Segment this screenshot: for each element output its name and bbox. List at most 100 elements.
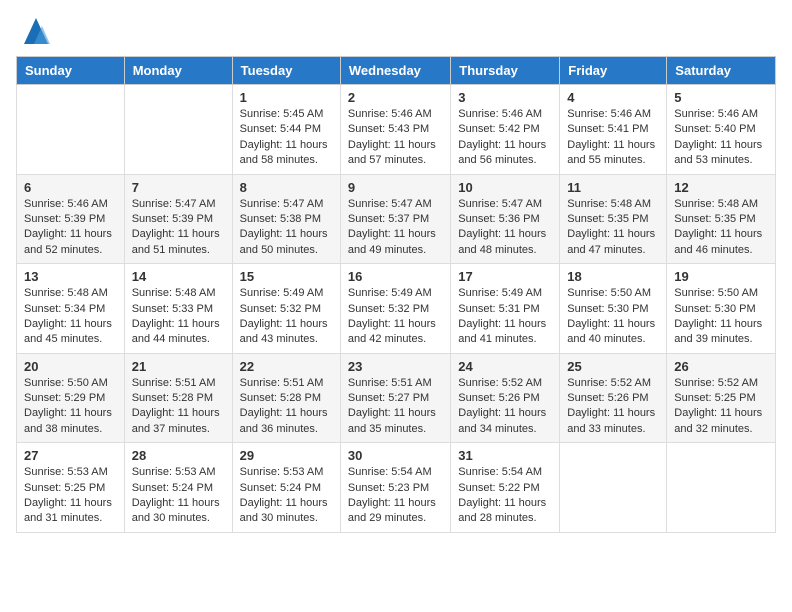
col-header-friday: Friday xyxy=(560,57,667,85)
day-number: 2 xyxy=(348,90,443,105)
calendar-cell: 18 Sunrise: 5:50 AMSunset: 5:30 PMDaylig… xyxy=(560,264,667,354)
col-header-monday: Monday xyxy=(124,57,232,85)
day-info: Sunrise: 5:51 AMSunset: 5:27 PMDaylight:… xyxy=(348,376,443,438)
day-number: 6 xyxy=(24,180,117,195)
day-info: Sunrise: 5:47 AMSunset: 5:36 PMDaylight:… xyxy=(458,197,552,259)
day-number: 3 xyxy=(458,90,552,105)
col-header-thursday: Thursday xyxy=(451,57,560,85)
day-number: 12 xyxy=(674,180,768,195)
day-info: Sunrise: 5:48 AMSunset: 5:34 PMDaylight:… xyxy=(24,286,117,348)
day-info: Sunrise: 5:54 AMSunset: 5:22 PMDaylight:… xyxy=(458,465,552,527)
calendar-cell: 26 Sunrise: 5:52 AMSunset: 5:25 PMDaylig… xyxy=(667,353,776,443)
day-info: Sunrise: 5:49 AMSunset: 5:32 PMDaylight:… xyxy=(240,286,333,348)
calendar-cell: 22 Sunrise: 5:51 AMSunset: 5:28 PMDaylig… xyxy=(232,353,340,443)
day-number: 19 xyxy=(674,269,768,284)
logo-icon xyxy=(20,16,52,48)
calendar-cell: 13 Sunrise: 5:48 AMSunset: 5:34 PMDaylig… xyxy=(17,264,125,354)
day-info: Sunrise: 5:46 AMSunset: 5:43 PMDaylight:… xyxy=(348,107,443,169)
calendar-cell: 1 Sunrise: 5:45 AMSunset: 5:44 PMDayligh… xyxy=(232,85,340,175)
calendar-week-row: 20 Sunrise: 5:50 AMSunset: 5:29 PMDaylig… xyxy=(17,353,776,443)
calendar-cell: 5 Sunrise: 5:46 AMSunset: 5:40 PMDayligh… xyxy=(667,85,776,175)
col-header-sunday: Sunday xyxy=(17,57,125,85)
day-number: 31 xyxy=(458,448,552,463)
calendar-header-row: SundayMondayTuesdayWednesdayThursdayFrid… xyxy=(17,57,776,85)
calendar-cell: 14 Sunrise: 5:48 AMSunset: 5:33 PMDaylig… xyxy=(124,264,232,354)
calendar-week-row: 1 Sunrise: 5:45 AMSunset: 5:44 PMDayligh… xyxy=(17,85,776,175)
calendar-cell: 20 Sunrise: 5:50 AMSunset: 5:29 PMDaylig… xyxy=(17,353,125,443)
day-info: Sunrise: 5:46 AMSunset: 5:42 PMDaylight:… xyxy=(458,107,552,169)
day-info: Sunrise: 5:47 AMSunset: 5:37 PMDaylight:… xyxy=(348,197,443,259)
calendar-cell: 24 Sunrise: 5:52 AMSunset: 5:26 PMDaylig… xyxy=(451,353,560,443)
day-number: 15 xyxy=(240,269,333,284)
day-number: 22 xyxy=(240,359,333,374)
calendar-cell: 23 Sunrise: 5:51 AMSunset: 5:27 PMDaylig… xyxy=(340,353,450,443)
day-number: 7 xyxy=(132,180,225,195)
day-info: Sunrise: 5:47 AMSunset: 5:38 PMDaylight:… xyxy=(240,197,333,259)
day-number: 10 xyxy=(458,180,552,195)
day-info: Sunrise: 5:54 AMSunset: 5:23 PMDaylight:… xyxy=(348,465,443,527)
col-header-tuesday: Tuesday xyxy=(232,57,340,85)
day-info: Sunrise: 5:50 AMSunset: 5:29 PMDaylight:… xyxy=(24,376,117,438)
day-info: Sunrise: 5:53 AMSunset: 5:24 PMDaylight:… xyxy=(240,465,333,527)
col-header-saturday: Saturday xyxy=(667,57,776,85)
calendar-cell: 8 Sunrise: 5:47 AMSunset: 5:38 PMDayligh… xyxy=(232,174,340,264)
calendar-cell: 11 Sunrise: 5:48 AMSunset: 5:35 PMDaylig… xyxy=(560,174,667,264)
calendar-week-row: 27 Sunrise: 5:53 AMSunset: 5:25 PMDaylig… xyxy=(17,443,776,533)
calendar-cell: 4 Sunrise: 5:46 AMSunset: 5:41 PMDayligh… xyxy=(560,85,667,175)
day-number: 13 xyxy=(24,269,117,284)
calendar-cell: 7 Sunrise: 5:47 AMSunset: 5:39 PMDayligh… xyxy=(124,174,232,264)
calendar-cell: 3 Sunrise: 5:46 AMSunset: 5:42 PMDayligh… xyxy=(451,85,560,175)
calendar-cell xyxy=(560,443,667,533)
day-number: 21 xyxy=(132,359,225,374)
calendar-cell: 9 Sunrise: 5:47 AMSunset: 5:37 PMDayligh… xyxy=(340,174,450,264)
day-number: 9 xyxy=(348,180,443,195)
day-number: 27 xyxy=(24,448,117,463)
calendar-cell: 6 Sunrise: 5:46 AMSunset: 5:39 PMDayligh… xyxy=(17,174,125,264)
calendar-cell: 25 Sunrise: 5:52 AMSunset: 5:26 PMDaylig… xyxy=(560,353,667,443)
day-info: Sunrise: 5:48 AMSunset: 5:35 PMDaylight:… xyxy=(567,197,659,259)
calendar-cell: 16 Sunrise: 5:49 AMSunset: 5:32 PMDaylig… xyxy=(340,264,450,354)
day-number: 14 xyxy=(132,269,225,284)
day-number: 28 xyxy=(132,448,225,463)
day-info: Sunrise: 5:47 AMSunset: 5:39 PMDaylight:… xyxy=(132,197,225,259)
day-number: 11 xyxy=(567,180,659,195)
page-header xyxy=(16,16,776,48)
day-number: 23 xyxy=(348,359,443,374)
col-header-wednesday: Wednesday xyxy=(340,57,450,85)
calendar-cell: 30 Sunrise: 5:54 AMSunset: 5:23 PMDaylig… xyxy=(340,443,450,533)
day-number: 26 xyxy=(674,359,768,374)
calendar-week-row: 6 Sunrise: 5:46 AMSunset: 5:39 PMDayligh… xyxy=(17,174,776,264)
day-number: 20 xyxy=(24,359,117,374)
calendar-cell: 2 Sunrise: 5:46 AMSunset: 5:43 PMDayligh… xyxy=(340,85,450,175)
day-number: 18 xyxy=(567,269,659,284)
calendar-cell xyxy=(667,443,776,533)
day-number: 29 xyxy=(240,448,333,463)
day-number: 17 xyxy=(458,269,552,284)
day-info: Sunrise: 5:48 AMSunset: 5:35 PMDaylight:… xyxy=(674,197,768,259)
calendar-cell: 19 Sunrise: 5:50 AMSunset: 5:30 PMDaylig… xyxy=(667,264,776,354)
day-info: Sunrise: 5:51 AMSunset: 5:28 PMDaylight:… xyxy=(132,376,225,438)
calendar-cell: 21 Sunrise: 5:51 AMSunset: 5:28 PMDaylig… xyxy=(124,353,232,443)
day-number: 8 xyxy=(240,180,333,195)
day-info: Sunrise: 5:48 AMSunset: 5:33 PMDaylight:… xyxy=(132,286,225,348)
calendar-cell xyxy=(17,85,125,175)
day-number: 16 xyxy=(348,269,443,284)
calendar-table: SundayMondayTuesdayWednesdayThursdayFrid… xyxy=(16,56,776,533)
day-number: 30 xyxy=(348,448,443,463)
calendar-cell: 15 Sunrise: 5:49 AMSunset: 5:32 PMDaylig… xyxy=(232,264,340,354)
day-info: Sunrise: 5:46 AMSunset: 5:40 PMDaylight:… xyxy=(674,107,768,169)
calendar-cell: 10 Sunrise: 5:47 AMSunset: 5:36 PMDaylig… xyxy=(451,174,560,264)
day-info: Sunrise: 5:52 AMSunset: 5:26 PMDaylight:… xyxy=(458,376,552,438)
day-info: Sunrise: 5:53 AMSunset: 5:24 PMDaylight:… xyxy=(132,465,225,527)
logo xyxy=(16,16,52,48)
calendar-cell: 12 Sunrise: 5:48 AMSunset: 5:35 PMDaylig… xyxy=(667,174,776,264)
calendar-cell: 29 Sunrise: 5:53 AMSunset: 5:24 PMDaylig… xyxy=(232,443,340,533)
calendar-cell: 27 Sunrise: 5:53 AMSunset: 5:25 PMDaylig… xyxy=(17,443,125,533)
day-info: Sunrise: 5:49 AMSunset: 5:31 PMDaylight:… xyxy=(458,286,552,348)
day-info: Sunrise: 5:50 AMSunset: 5:30 PMDaylight:… xyxy=(674,286,768,348)
day-info: Sunrise: 5:49 AMSunset: 5:32 PMDaylight:… xyxy=(348,286,443,348)
day-info: Sunrise: 5:46 AMSunset: 5:41 PMDaylight:… xyxy=(567,107,659,169)
calendar-week-row: 13 Sunrise: 5:48 AMSunset: 5:34 PMDaylig… xyxy=(17,264,776,354)
day-info: Sunrise: 5:45 AMSunset: 5:44 PMDaylight:… xyxy=(240,107,333,169)
calendar-cell: 28 Sunrise: 5:53 AMSunset: 5:24 PMDaylig… xyxy=(124,443,232,533)
